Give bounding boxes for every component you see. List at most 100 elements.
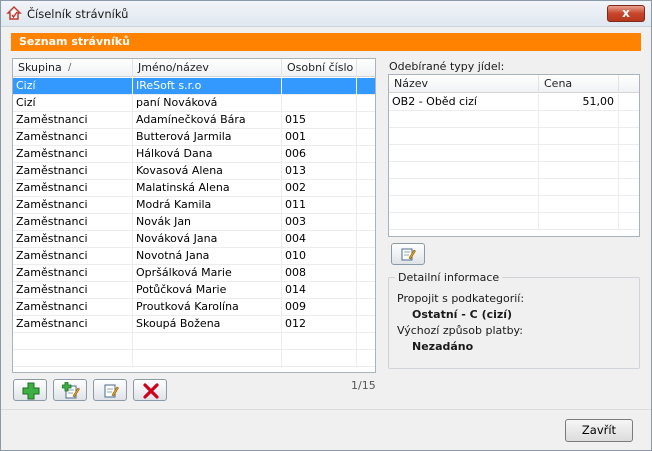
table-cell: Potůčková Marie bbox=[133, 282, 282, 299]
diners-table[interactable]: Skupina / Jméno/název Osobní číslo Cizí I… bbox=[12, 58, 376, 373]
table-cell: Zaměstnanci bbox=[13, 299, 133, 316]
meal-price-cell bbox=[539, 145, 619, 162]
meal-price-cell bbox=[539, 128, 619, 145]
meal-price-cell: 51,00 bbox=[539, 94, 619, 111]
table-cell: Zaměstnanci bbox=[13, 265, 133, 282]
table-row[interactable]: Cizí IReSoft s.r.o bbox=[13, 78, 375, 95]
delete-button[interactable] bbox=[133, 379, 167, 401]
meal-price-cell bbox=[539, 111, 619, 128]
column-header-meal-name[interactable]: Název bbox=[389, 75, 539, 93]
meal-price-cell bbox=[539, 196, 619, 213]
column-header-price[interactable]: Cena bbox=[539, 75, 619, 93]
table-row[interactable]: Zaměstnanci Kovasová Alena 013 bbox=[13, 163, 375, 180]
table-cell: Zaměstnanci bbox=[13, 146, 133, 163]
table-row[interactable] bbox=[13, 333, 375, 350]
table-cell: Modrá Kamila bbox=[133, 197, 282, 214]
table-row[interactable]: Zaměstnanci Proutková Karolína 009 bbox=[13, 299, 375, 316]
table-cell: Zaměstnanci bbox=[13, 231, 133, 248]
meal-price-cell bbox=[539, 162, 619, 179]
table-cell bbox=[282, 95, 357, 112]
table-row[interactable] bbox=[389, 111, 639, 128]
table-cell: Zaměstnanci bbox=[13, 282, 133, 299]
table-cell: Zaměstnanci bbox=[13, 112, 133, 129]
table-row[interactable]: Zaměstnanci Opršálková Marie 008 bbox=[13, 265, 375, 282]
table-cell: 008 bbox=[282, 265, 357, 282]
table-row[interactable] bbox=[389, 162, 639, 179]
dialog-window: Číselník strávníků x Seznam strávníků Sk… bbox=[0, 0, 652, 451]
column-header-number[interactable]: Osobní číslo bbox=[282, 59, 357, 77]
table-row[interactable]: Cizí paní Nováková bbox=[13, 95, 375, 112]
table-cell: Nováková Jana bbox=[133, 231, 282, 248]
table-row[interactable]: Zaměstnanci Skoupá Božena 012 bbox=[13, 316, 375, 333]
edit-icon bbox=[104, 384, 119, 398]
table-row[interactable] bbox=[389, 179, 639, 196]
table-row[interactable]: Zaměstnanci Novotná Jana 010 bbox=[13, 248, 375, 265]
table-cell bbox=[282, 350, 357, 367]
table-cell bbox=[133, 350, 282, 367]
meal-name-cell bbox=[389, 128, 539, 145]
table-cell: Novotná Jana bbox=[133, 248, 282, 265]
table-row[interactable]: Zaměstnanci Nováková Jana 004 bbox=[13, 231, 375, 248]
column-header-label: Název bbox=[394, 77, 429, 90]
add-icon bbox=[22, 382, 40, 400]
table-cell: Opršálková Marie bbox=[133, 265, 282, 282]
table-row[interactable] bbox=[389, 128, 639, 145]
table-cell: Kovasová Alena bbox=[133, 163, 282, 180]
detail-legend: Detailní informace bbox=[395, 271, 503, 284]
table-cell: Zaměstnanci bbox=[13, 180, 133, 197]
window-close-button[interactable]: x bbox=[607, 5, 645, 22]
payment-value: Nezadáno bbox=[412, 340, 474, 353]
table-cell: Novák Jan bbox=[133, 214, 282, 231]
table-row[interactable]: Zaměstnanci Modrá Kamila 011 bbox=[13, 197, 375, 214]
table-row[interactable]: Zaměstnanci Novák Jan 003 bbox=[13, 214, 375, 231]
meal-name-cell bbox=[389, 162, 539, 179]
meal-name-cell bbox=[389, 145, 539, 162]
table-cell: Zaměstnanci bbox=[13, 316, 133, 333]
add-button[interactable] bbox=[13, 379, 47, 401]
table-cell: 014 bbox=[282, 282, 357, 299]
table-cell: 001 bbox=[282, 129, 357, 146]
table-cell bbox=[282, 78, 357, 95]
table-cell: Butterová Jarmila bbox=[133, 129, 282, 146]
table-row[interactable]: Zaměstnanci Potůčková Marie 014 bbox=[13, 282, 375, 299]
table-row[interactable]: OB2 - Oběd cizí 51,00 bbox=[389, 94, 639, 111]
column-header-group[interactable]: Skupina / bbox=[13, 59, 133, 77]
subcategory-value: Ostatní - C (cizí) bbox=[412, 308, 513, 321]
meal-price-cell bbox=[539, 179, 619, 196]
table-cell: 013 bbox=[282, 163, 357, 180]
table-row[interactable] bbox=[389, 145, 639, 162]
table-cell: 010 bbox=[282, 248, 357, 265]
table-cell: 003 bbox=[282, 214, 357, 231]
add-copy-button[interactable] bbox=[53, 379, 87, 401]
edit-meal-types-button[interactable] bbox=[391, 243, 425, 265]
table-cell: Zaměstnanci bbox=[13, 129, 133, 146]
table-row[interactable] bbox=[389, 196, 639, 213]
table-cell: Zaměstnanci bbox=[13, 214, 133, 231]
table-row[interactable] bbox=[13, 350, 375, 367]
edit-icon bbox=[401, 248, 416, 261]
column-header-name[interactable]: Jméno/název bbox=[133, 59, 282, 77]
sort-indicator-icon: / bbox=[68, 62, 72, 73]
table-row[interactable] bbox=[389, 213, 639, 230]
table-row[interactable]: Zaměstnanci Adamínečková Bára 015 bbox=[13, 112, 375, 129]
section-title: Seznam strávníků bbox=[11, 33, 641, 51]
table-cell: 015 bbox=[282, 112, 357, 129]
meal-name-cell bbox=[389, 179, 539, 196]
table-cell bbox=[13, 350, 133, 367]
meal-types-table[interactable]: Název Cena OB2 - Oběd cizí 51,00 bbox=[388, 74, 640, 237]
table-row[interactable]: Zaměstnanci Butterová Jarmila 001 bbox=[13, 129, 375, 146]
table-cell: IReSoft s.r.o bbox=[133, 78, 282, 95]
table-row[interactable]: Zaměstnanci Malatinská Alena 002 bbox=[13, 180, 375, 197]
table-cell: Zaměstnanci bbox=[13, 163, 133, 180]
app-icon bbox=[6, 5, 22, 20]
column-header-label: Skupina bbox=[18, 61, 62, 74]
table-cell bbox=[282, 333, 357, 350]
table-cell: paní Nováková bbox=[133, 95, 282, 112]
title-bar[interactable]: Číselník strávníků x bbox=[1, 1, 651, 27]
close-button[interactable]: Zavřít bbox=[565, 419, 633, 442]
table-header: Název Cena bbox=[389, 75, 639, 93]
edit-button[interactable] bbox=[93, 379, 127, 401]
table-cell: Cizí bbox=[13, 78, 133, 95]
table-row[interactable]: Zaměstnanci Hálková Dana 006 bbox=[13, 146, 375, 163]
payment-label: Výchozí způsob platby: bbox=[397, 324, 523, 337]
